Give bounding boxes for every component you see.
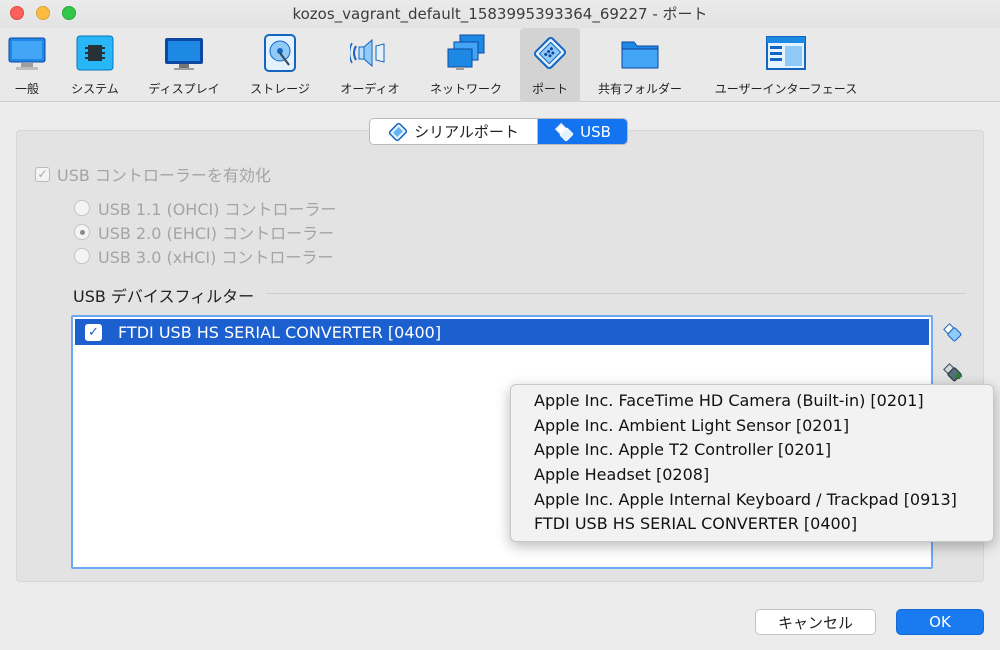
port-icon: [533, 36, 567, 70]
serial-port-icon: [388, 122, 408, 141]
folder-icon: [621, 41, 659, 69]
toolbar-item-display[interactable]: ディスプレイ: [140, 28, 228, 102]
toolbar-label: ネットワーク: [429, 82, 502, 96]
display-icon: [165, 38, 203, 70]
radio-label: USB 3.0 (xHCI) コントローラー: [98, 248, 334, 267]
menu-item[interactable]: Apple Headset [0208]: [511, 463, 993, 488]
section-divider: [266, 293, 966, 294]
title-bar: kozos_vagrant_default_1583995393364_6922…: [0, 0, 1000, 28]
usb-device-add-icon: [943, 363, 962, 382]
tab-serial-ports[interactable]: シリアルポート: [370, 119, 538, 144]
radio-label: USB 2.0 (EHCI) コントローラー: [98, 224, 335, 243]
ui-window-icon: [766, 36, 806, 70]
usb-add-icon: [943, 323, 962, 342]
checkmark-icon: ✓: [35, 166, 50, 182]
radio-circle: [74, 224, 90, 240]
menu-item[interactable]: Apple Inc. FaceTime HD Camera (Built-in)…: [511, 389, 993, 414]
toolbar-label: 共有フォルダー: [597, 82, 682, 96]
add-from-device-button[interactable]: [940, 360, 966, 386]
toolbar-item-storage[interactable]: ストレージ: [244, 28, 316, 102]
filter-enabled-checkbox[interactable]: ✓: [85, 323, 102, 341]
filter-label: FTDI USB HS SERIAL CONVERTER [0400]: [118, 322, 442, 342]
ok-button[interactable]: OK: [896, 609, 984, 635]
menu-item[interactable]: Apple Inc. Apple T2 Controller [0201]: [511, 438, 993, 463]
add-filter-button[interactable]: [940, 320, 966, 346]
toolbar-item-user-interface[interactable]: ユーザーインターフェース: [708, 28, 864, 102]
port-tabs: シリアルポート USB: [369, 118, 628, 145]
usb-icon: [554, 122, 574, 141]
minimize-window-button[interactable]: [36, 6, 50, 20]
toolbar-label: ポート: [531, 82, 568, 96]
toolbar-label: 一般: [14, 82, 39, 96]
speaker-icon: [350, 38, 385, 68]
toolbar-item-audio[interactable]: オーディオ: [334, 28, 406, 102]
close-window-button[interactable]: [10, 6, 24, 20]
enable-usb-label: USB コントローラーを有効化: [57, 166, 271, 185]
toolbar-item-shared-folders[interactable]: 共有フォルダー: [592, 28, 688, 102]
disk-icon: [264, 34, 296, 72]
toolbar-label: ユーザーインターフェース: [714, 82, 858, 96]
usb-device-filter-heading: USB デバイスフィルター: [73, 287, 255, 306]
tab-usb-label: USB: [580, 122, 611, 141]
menu-item[interactable]: Apple Inc. Ambient Light Sensor [0201]: [511, 414, 993, 439]
list-item[interactable]: ✓ FTDI USB HS SERIAL CONVERTER [0400]: [75, 319, 929, 345]
cancel-button[interactable]: キャンセル: [755, 609, 876, 635]
radio-label: USB 1.1 (OHCI) コントローラー: [98, 200, 337, 219]
toolbar-label: オーディオ: [340, 82, 400, 96]
toolbar-item-general[interactable]: 一般: [0, 28, 54, 102]
toolbar-item-network[interactable]: ネットワーク: [422, 28, 510, 102]
radio-circle: [74, 200, 90, 216]
radio-usb-1-1[interactable]: USB 1.1 (OHCI) コントローラー: [74, 196, 337, 220]
network-icon: [447, 34, 485, 70]
radio-usb-3-0[interactable]: USB 3.0 (xHCI) コントローラー: [74, 244, 333, 268]
menu-item[interactable]: Apple Inc. Apple Internal Keyboard / Tra…: [511, 488, 993, 513]
tab-usb[interactable]: USB: [538, 119, 627, 144]
enable-usb-checkbox[interactable]: ✓ USB コントローラーを有効化: [35, 162, 271, 186]
window-title: kozos_vagrant_default_1583995393364_6922…: [292, 5, 708, 23]
settings-toolbar: 一般 システム ディスプレイ ストレージ オーディオ ネットワーク ポート 共有…: [0, 28, 1000, 102]
tab-serial-label: シリアルポート: [414, 123, 519, 141]
monitor-icon: [8, 37, 46, 70]
radio-usb-2-0[interactable]: USB 2.0 (EHCI) コントローラー: [74, 220, 334, 244]
menu-item[interactable]: FTDI USB HS SERIAL CONVERTER [0400]: [511, 512, 993, 537]
toolbar-label: システム: [71, 82, 119, 96]
toolbar-label: ディスプレイ: [148, 82, 220, 96]
usb-device-menu: Apple Inc. FaceTime HD Camera (Built-in)…: [510, 384, 994, 542]
toolbar-label: ストレージ: [250, 82, 310, 96]
chip-icon: [76, 35, 114, 71]
radio-circle: [74, 248, 90, 264]
maximize-window-button[interactable]: [62, 6, 76, 20]
toolbar-item-ports[interactable]: ポート: [520, 28, 580, 102]
toolbar-item-system[interactable]: システム: [64, 28, 126, 102]
